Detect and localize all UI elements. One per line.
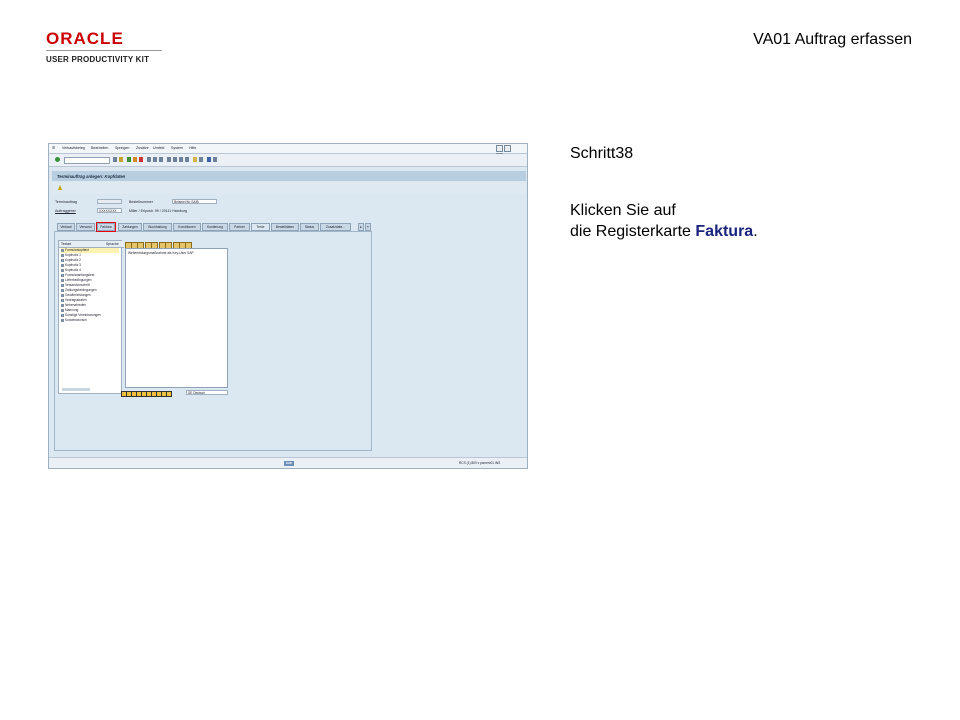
prev-page-icon[interactable]: [173, 157, 177, 162]
back-icon[interactable]: [127, 157, 131, 162]
terminauftrag-field[interactable]: [97, 199, 122, 204]
texte-tab-panel: Textart Sprache Formularkopftext Kopfnot…: [54, 231, 372, 451]
sap-logo: SAP: [284, 461, 294, 466]
exit-icon[interactable]: [133, 157, 137, 162]
auftraggeber-address: Miller / Erlpostr. 99 / 20111 Hamburg: [129, 209, 187, 213]
language-dropdown[interactable]: DE Deutsch: [186, 390, 228, 395]
find-icon[interactable]: [153, 157, 157, 162]
tab-buchhaltung[interactable]: Buchhaltung: [143, 223, 172, 231]
instruction-suffix: .: [753, 223, 758, 240]
menu-zusaetze[interactable]: Zusätze: [136, 146, 149, 150]
warning-icon[interactable]: [58, 185, 62, 190]
window-buttons: [495, 145, 517, 160]
text-type-tree: Textart Sprache Formularkopftext Kopfnot…: [58, 240, 124, 394]
find-next-icon[interactable]: [159, 157, 163, 162]
tab-bestelldaten[interactable]: Bestelldaten: [271, 223, 299, 231]
tab-zusatzdaten[interactable]: Zusatzdate...: [320, 223, 351, 231]
sap-screen-title-bar: Terminauftrag anlegen: Kopfdaten: [52, 171, 526, 181]
tab-status[interactable]: Status: [300, 223, 319, 231]
enter-icon[interactable]: [55, 157, 60, 162]
menu-verkaufsbeleg[interactable]: Verkaufsbeleg: [62, 146, 85, 150]
tab-konditionen[interactable]: Konditionen: [173, 223, 201, 231]
menu-springen[interactable]: Springen: [115, 146, 129, 150]
terminauftrag-label: Terminauftrag: [55, 200, 77, 204]
tab-kontierung[interactable]: Kontierung: [202, 223, 228, 231]
new-session-icon[interactable]: [193, 157, 197, 162]
instruction-prefix: die Registerkarte: [570, 223, 696, 240]
tree-item[interactable]: Kundenwunsch: [61, 318, 87, 323]
sap-toolbar: [49, 154, 527, 167]
logo-divider: [46, 50, 162, 51]
minimize-icon[interactable]: [496, 145, 503, 152]
back-arrow-icon[interactable]: [113, 157, 117, 162]
logo-subtitle: USER PRODUCTIVITY KIT: [46, 55, 150, 64]
cancel-icon[interactable]: [139, 157, 143, 162]
first-page-icon[interactable]: [167, 157, 171, 162]
logo-brand: ORACLE: [46, 29, 124, 48]
layout-icon[interactable]: [213, 157, 217, 162]
step-label: Schritt38: [570, 145, 634, 162]
menu-umfeld[interactable]: Umfeld: [153, 146, 164, 150]
oracle-upk-logo: ORACLE USER PRODUCTIVITY KIT: [46, 30, 166, 64]
tab-partner[interactable]: Partner: [229, 223, 250, 231]
tab-texte[interactable]: Texte: [251, 223, 270, 231]
textart-header: Textart: [59, 241, 105, 248]
tab-verkauf[interactable]: Verkauf: [57, 223, 75, 231]
sap-menubar: ☰ Verkaufsbeleg Bearbeiten Springen Zusä…: [49, 144, 527, 160]
shortcut-icon[interactable]: [199, 157, 203, 162]
sap-menu-icon[interactable]: ☰: [52, 146, 55, 150]
menu-bearbeiten[interactable]: Bearbeiten: [91, 146, 108, 150]
sap-screen-title: Terminauftrag anlegen: Kopfdaten: [57, 174, 126, 179]
auftraggeber-field[interactable]: XXXXXXXX: [97, 208, 122, 213]
tab-scroll-icon[interactable]: ▸: [358, 223, 364, 231]
text-editor[interactable]: Weiterbildungsmaßnahme als Key-User SAP: [125, 248, 228, 388]
tab-zahlungen[interactable]: Zahlungen: [118, 223, 142, 231]
system-info: RCS (1) 800 ▾ pcmerv01 INS: [459, 461, 501, 465]
bestellnummer-label: Bestellnummer: [129, 200, 153, 204]
maximize-icon[interactable]: [504, 145, 511, 152]
tab-faktura[interactable]: Faktura: [96, 222, 116, 232]
document-title: VA01 Auftrag erfassen: [753, 31, 912, 48]
tab-list-icon[interactable]: ≡: [365, 223, 371, 231]
auftraggeber-label: Auftraggeber: [55, 209, 76, 213]
save-icon[interactable]: [119, 157, 123, 162]
print-icon[interactable]: [147, 157, 151, 162]
instruction-line-2: die Registerkarte Faktura.: [570, 221, 758, 242]
menu-hilfe[interactable]: Hilfe: [189, 146, 196, 150]
instruction-line-1: Klicken Sie auf: [570, 202, 676, 219]
menu-system[interactable]: System: [171, 146, 183, 150]
instruction-keyword: Faktura: [695, 223, 754, 240]
tree-scrollbar[interactable]: [62, 388, 90, 391]
editor-bottom-icon[interactable]: [166, 391, 172, 397]
next-page-icon[interactable]: [179, 157, 183, 162]
help-icon[interactable]: [207, 157, 211, 162]
application-toolbar: [52, 182, 526, 194]
tab-versand[interactable]: Versand: [76, 223, 95, 231]
sap-screenshot: ☰ Verkaufsbeleg Bearbeiten Springen Zusä…: [48, 143, 528, 469]
sprache-header: Sprache: [105, 241, 124, 248]
command-field[interactable]: [64, 157, 110, 164]
instruction-text: Klicken Sie auf die Registerkarte Faktur…: [570, 200, 758, 242]
last-page-icon[interactable]: [185, 157, 189, 162]
sap-statusbar: SAP RCS (1) 800 ▾ pcmerv01 INS: [49, 457, 527, 468]
bestellnummer-field[interactable]: Beispiel für SAIB: [172, 199, 217, 204]
